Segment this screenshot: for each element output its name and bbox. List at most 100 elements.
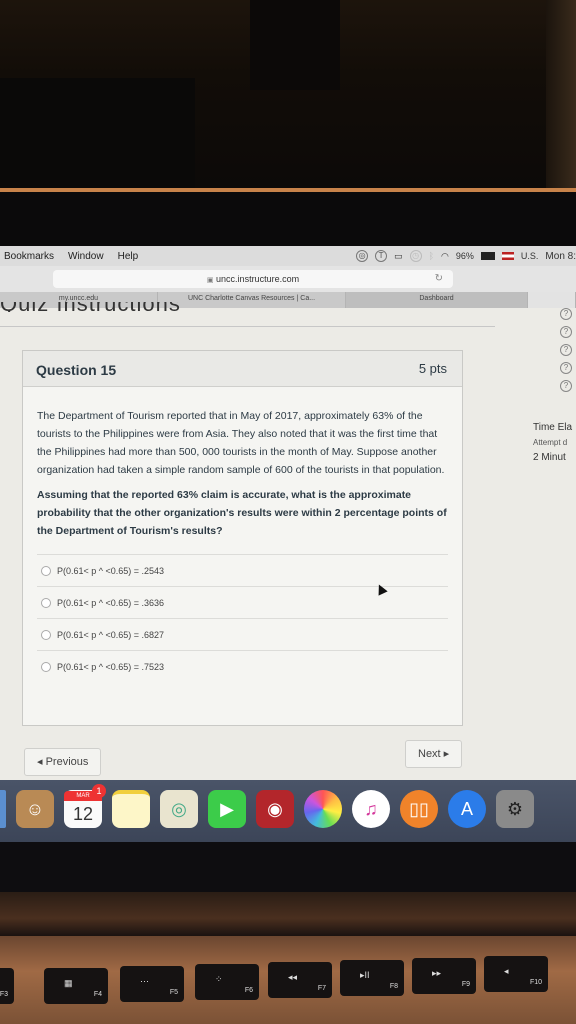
mac-menubar: Bookmarks Window Help ◎ T ▭ ◷ ᛒ ◠ 96% U.… [0, 246, 576, 266]
room-background [0, 0, 576, 210]
calendar-app-icon[interactable]: MAR 12 1 [64, 784, 106, 828]
wifi-icon[interactable]: ◠ [441, 251, 449, 262]
app-store-icon[interactable]: A [448, 790, 486, 828]
radio-button[interactable] [41, 662, 51, 672]
key-f8[interactable]: ▸II F8 [340, 960, 404, 996]
background-wall [546, 0, 576, 190]
next-button[interactable]: Next ▸ [405, 740, 463, 768]
status-area: ◎ T ▭ ◷ ᛒ ◠ 96% U.S. Mon 8: [356, 246, 576, 266]
key-label: F9 [461, 981, 470, 988]
key-label: F4 [93, 991, 102, 998]
mail-app-icon[interactable] [0, 790, 6, 828]
key-f5[interactable]: ⋯ F5 [120, 966, 184, 1002]
key-label: F7 [317, 985, 326, 992]
help-icon[interactable]: ? [560, 362, 572, 374]
lock-icon: ▣ [206, 277, 214, 284]
help-icon[interactable]: ? [560, 380, 572, 392]
question-points: 5 pts [418, 361, 447, 376]
answer-option[interactable]: P(0.61< p ^ <0.65) = .2543 [37, 555, 448, 587]
browser-toolbar: ▣ uncc.instructure.com ↻ [0, 266, 576, 292]
key-label: F10 [529, 979, 542, 986]
background-door [250, 0, 340, 90]
tab-active[interactable] [528, 292, 576, 308]
menu-bookmarks[interactable]: Bookmarks [4, 251, 54, 262]
itunes-app-icon[interactable]: ♫ [352, 790, 390, 828]
key-f7[interactable]: ◂◂ F7 [268, 962, 332, 998]
key-f9[interactable]: ▸▸ F9 [412, 958, 476, 994]
radio-button[interactable] [41, 597, 51, 608]
help-icon[interactable]: ? [560, 326, 572, 338]
maps-app-icon[interactable]: ◎ [160, 790, 198, 828]
us-flag-icon [501, 252, 514, 260]
menu-help[interactable]: Help [118, 251, 139, 262]
key-glyph: ▦ [64, 978, 73, 988]
photos-app-icon[interactable] [304, 790, 342, 828]
question-prompt: Assuming that the reported 63% claim is … [37, 489, 447, 537]
answer-option[interactable]: P(0.61< p ^ <0.65) = .6827 [37, 619, 448, 651]
battery-icon[interactable] [480, 252, 495, 260]
creative-cloud-icon[interactable]: ◎ [356, 250, 369, 262]
key-label: F6 [244, 987, 253, 994]
previous-button[interactable]: ◂ Previous [24, 748, 102, 776]
key-f10[interactable]: ◂ F10 [484, 956, 548, 992]
radio-button[interactable] [41, 629, 51, 640]
key-label: F3 [0, 991, 8, 998]
heading-divider [0, 326, 495, 327]
question-help-list: ? ? ? ? ? [560, 308, 576, 398]
question-body: The Department of Tourism reported that … [23, 387, 462, 683]
laptop-screen: Bookmarks Window Help ◎ T ▭ ◷ ᛒ ◠ 96% U.… [0, 246, 576, 786]
keyboard: ▢F3 ▦ F4 ⋯ F5 ⁘ F6 ◂◂ F7 ▸II F8 ▸▸ F9 ◂ F10 [0, 936, 576, 1024]
question-title: Question 15 [36, 362, 117, 378]
answer-label: P(0.61< p ^ <0.65) = .3636 [57, 597, 165, 608]
laptop-bezel [0, 192, 576, 246]
key-label: F8 [389, 983, 398, 990]
help-icon[interactable]: ? [560, 344, 572, 356]
photo-booth-app-icon[interactable]: ◉ [256, 790, 294, 828]
key-f4[interactable]: ▦ F4 [44, 968, 108, 1004]
key-glyph: ▸II [360, 970, 370, 980]
input-source[interactable]: U.S. [521, 251, 539, 261]
key-f3[interactable]: ▢F3 [0, 968, 14, 1004]
key-f6[interactable]: ⁘ F6 [195, 964, 259, 1000]
text-input-icon[interactable]: T [375, 250, 388, 262]
key-glyph: ◂ [504, 966, 509, 976]
system-preferences-icon[interactable]: ⚙ [496, 790, 534, 828]
tab-dashboard[interactable]: Dashboard [346, 292, 528, 308]
contacts-app-icon[interactable]: ☺ [16, 790, 54, 828]
time-machine-icon[interactable]: ◷ [409, 250, 422, 262]
question-header: Question 15 5 pts [23, 351, 462, 387]
answer-option[interactable]: P(0.61< p ^ <0.65) = .7523 [37, 651, 448, 683]
radio-button[interactable] [41, 565, 51, 576]
attempt-due-label: Attempt d [533, 438, 568, 447]
facetime-app-icon[interactable]: ▶ [208, 790, 246, 828]
laptop-lower-bezel [0, 842, 576, 892]
clock[interactable]: Mon 8: [545, 251, 576, 262]
question-card: Question 15 5 pts The Department of Tour… [22, 350, 463, 726]
time-elapsed-label: Time Ela [533, 422, 573, 433]
key-label: F5 [169, 989, 178, 996]
quiz-instructions-heading: Quiz Instructions [0, 302, 181, 312]
answer-label: P(0.61< p ^ <0.65) = .2543 [57, 565, 165, 576]
time-elapsed-panel: Time Ela Attempt d 2 Minut [533, 420, 572, 465]
mac-dock: ☺ MAR 12 1 ◎ ▶ ◉ ♫ ▯▯ A ⚙ [0, 780, 576, 842]
tab-canvas-resources[interactable]: UNC Charlotte Canvas Resources | Ca... [158, 292, 346, 308]
answer-list: P(0.61< p ^ <0.65) = .2543 P(0.61< p ^ <… [37, 554, 448, 683]
question-text: The Department of Tourism reported that … [37, 410, 445, 476]
notes-app-icon[interactable] [112, 790, 150, 828]
key-glyph: ⁘ [215, 974, 223, 984]
bluetooth-icon[interactable]: ᛒ [429, 251, 434, 261]
calendar-day: 12 [72, 803, 94, 824]
key-glyph: ▸▸ [432, 968, 442, 978]
menu-window[interactable]: Window [68, 251, 104, 262]
key-glyph: ◂◂ [288, 972, 298, 982]
reload-icon[interactable]: ↻ [435, 270, 443, 288]
airplay-icon[interactable]: ▭ [394, 251, 403, 262]
url-text: uncc.instructure.com [216, 274, 300, 284]
address-bar[interactable]: ▣ uncc.instructure.com ↻ [53, 270, 453, 288]
battery-percent: 96% [455, 251, 474, 261]
laptop-body [0, 892, 576, 936]
answer-label: P(0.61< p ^ <0.65) = .6827 [57, 629, 165, 640]
time-elapsed-value: 2 Minut [533, 452, 566, 463]
ibooks-app-icon[interactable]: ▯▯ [400, 790, 438, 828]
help-icon[interactable]: ? [560, 308, 572, 320]
